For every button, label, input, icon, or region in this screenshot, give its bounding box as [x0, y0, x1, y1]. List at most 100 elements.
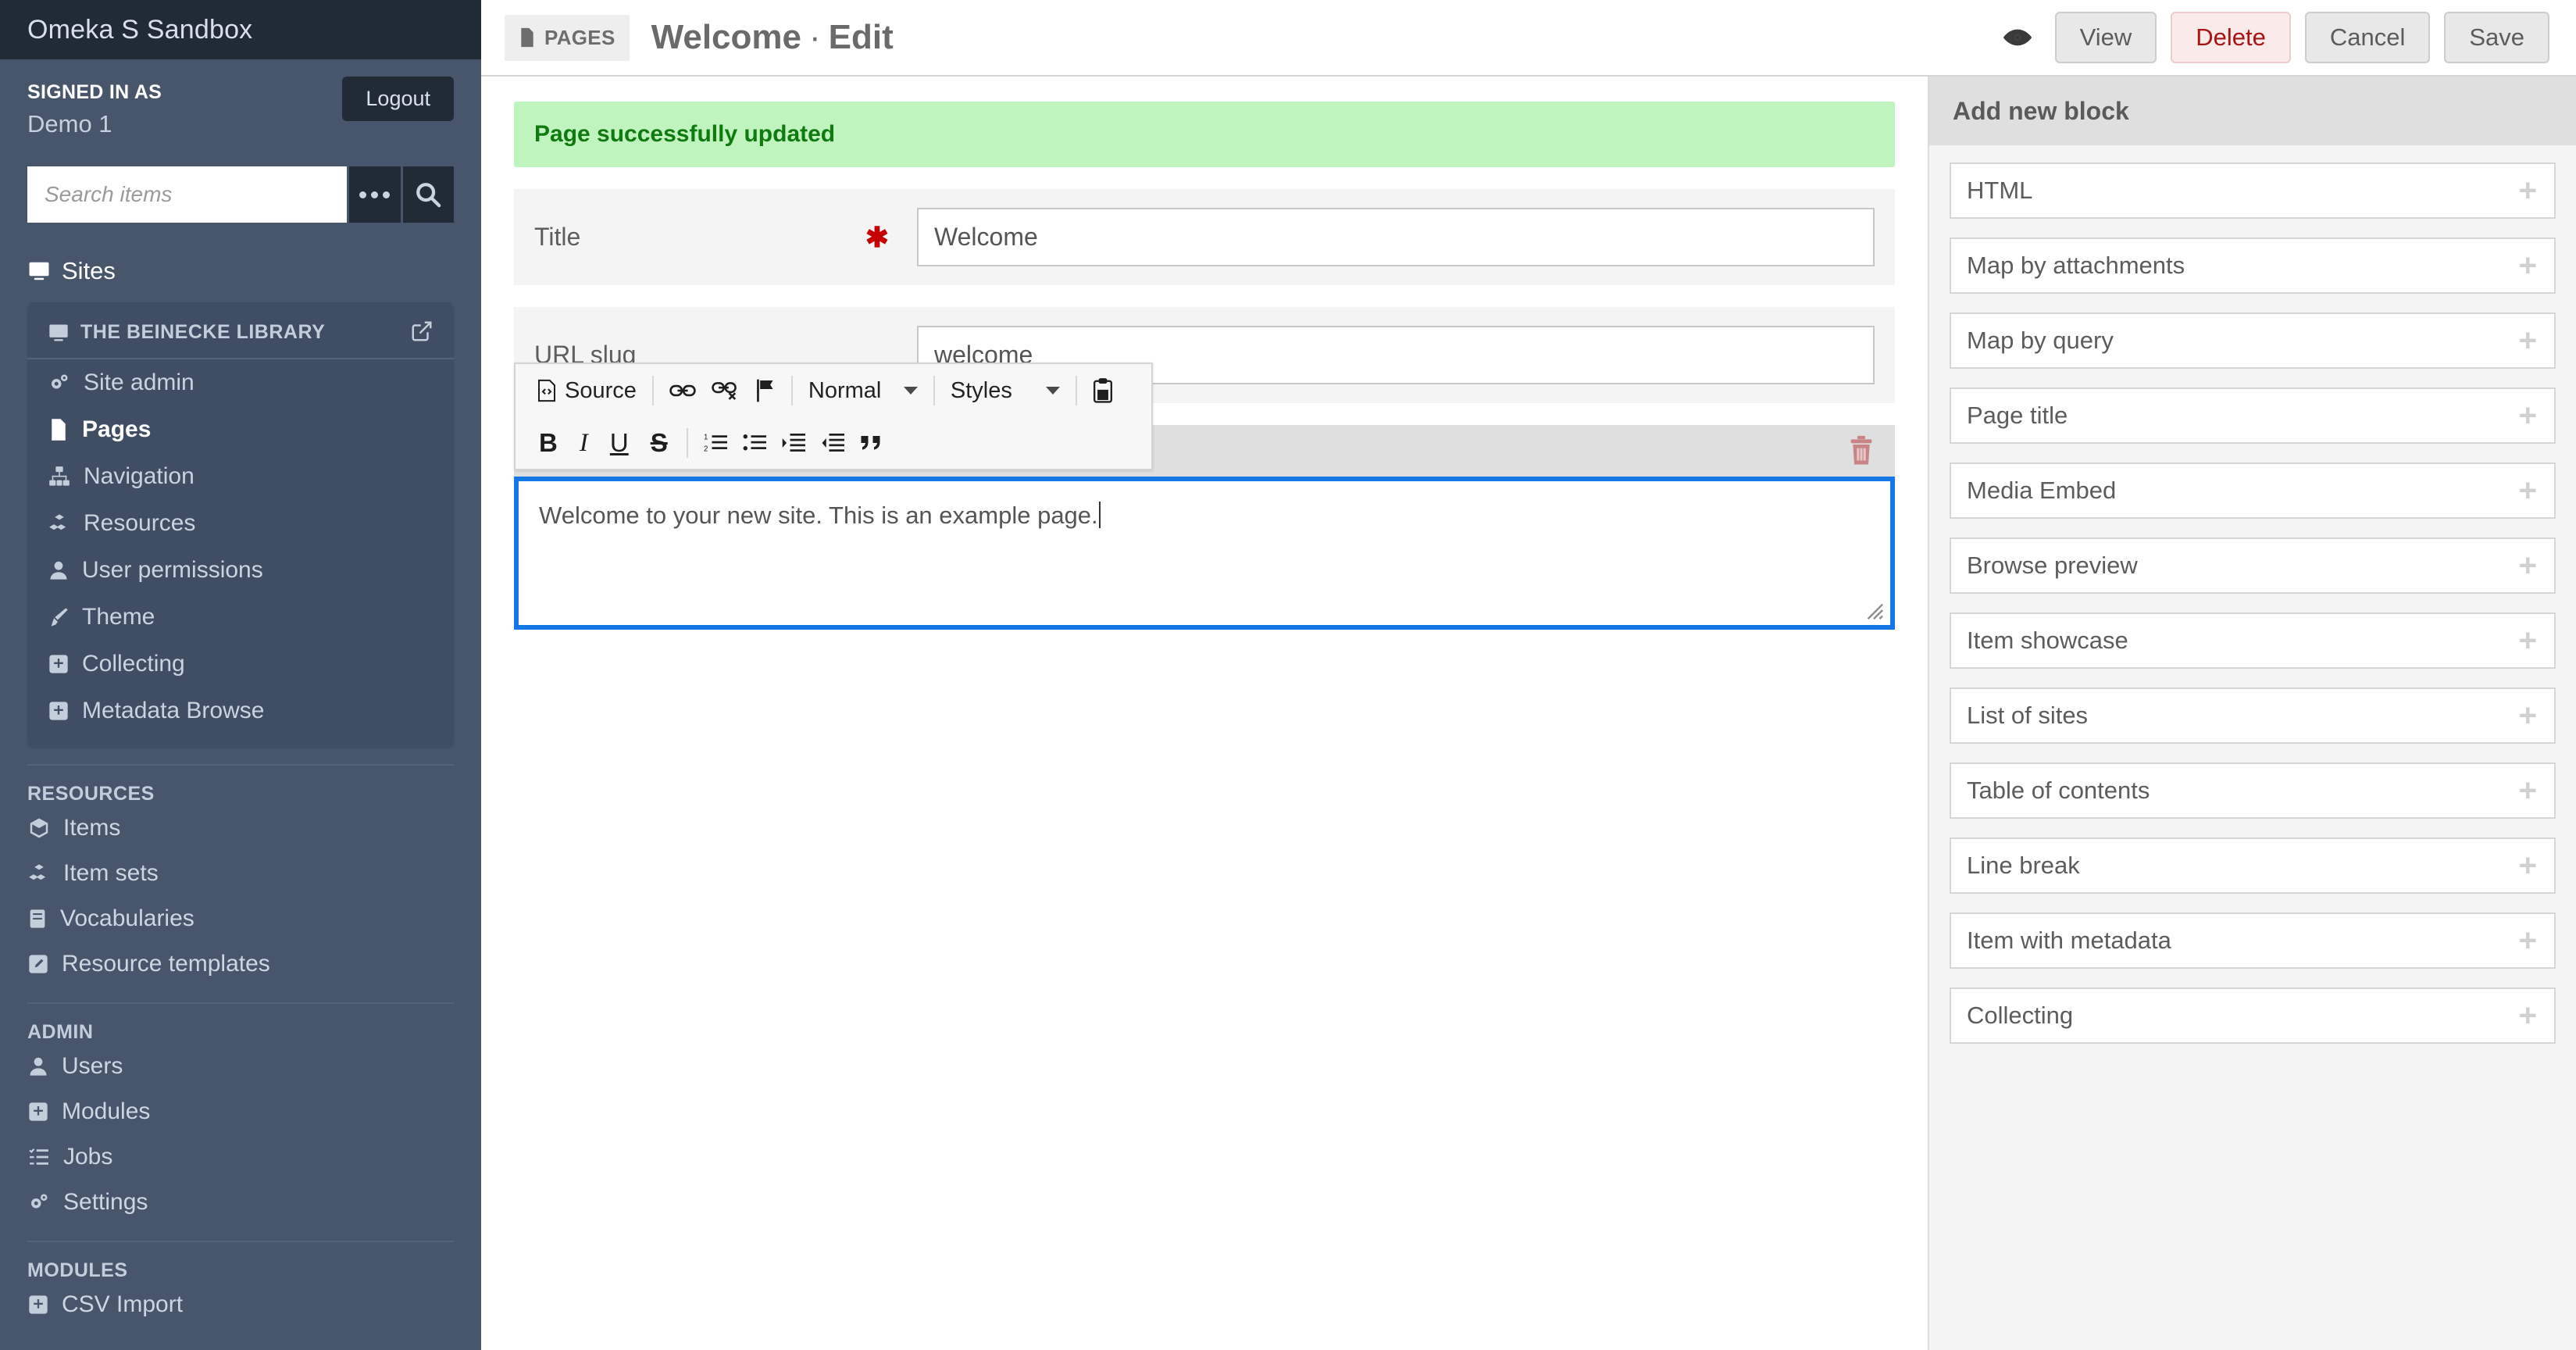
- sidebar-item-navigation[interactable]: Navigation: [27, 453, 454, 500]
- advanced-search-button[interactable]: [347, 166, 401, 223]
- source-button[interactable]: Source: [528, 373, 644, 409]
- sidebar-item-pages[interactable]: Pages: [27, 406, 454, 453]
- topbar: PAGES Welcome · Edit View Delete Cancel Sa…: [481, 0, 2576, 77]
- sidebar-item-csv-import[interactable]: CSV Import: [0, 1282, 481, 1327]
- topbar-actions: View Delete Cancel Save: [2003, 12, 2549, 63]
- view-button[interactable]: View: [2054, 12, 2157, 63]
- page-title-mode: Edit: [828, 18, 894, 56]
- italic-button[interactable]: I: [569, 426, 599, 461]
- search-input[interactable]: [27, 166, 347, 223]
- editor-toolbar: Source Normal Styles B I U S 1 2: [514, 362, 1153, 470]
- block-option-item-showcase[interactable]: Item showcase +: [1950, 612, 2556, 669]
- block-option-html[interactable]: HTML +: [1950, 162, 2556, 219]
- block-option-table-of-contents[interactable]: Table of contents +: [1950, 762, 2556, 819]
- sidebar-item-resource-templates[interactable]: Resource templates: [0, 941, 481, 987]
- block-option-collecting[interactable]: Collecting +: [1950, 988, 2556, 1044]
- brush-icon: [48, 606, 70, 628]
- block-option-item-with-metadata[interactable]: Item with metadata +: [1950, 912, 2556, 969]
- save-button[interactable]: Save: [2444, 12, 2549, 63]
- paste-from-word-button[interactable]: [1085, 373, 1121, 408]
- resize-handle[interactable]: [1864, 600, 1884, 620]
- paste-from-word-icon: [1093, 378, 1113, 403]
- sidebar-item-vocabularies[interactable]: Vocabularies: [0, 896, 481, 941]
- block-option-line-break[interactable]: Line break +: [1950, 838, 2556, 894]
- breadcrumb-label: PAGES: [544, 25, 615, 49]
- sidebar-item-collecting[interactable]: Collecting: [27, 641, 454, 688]
- block-option-media-embed[interactable]: Media Embed +: [1950, 462, 2556, 519]
- pencil-square-icon: [27, 953, 49, 975]
- logout-button[interactable]: Logout: [342, 77, 454, 121]
- link-button[interactable]: [662, 376, 704, 405]
- sidebar-item-site-admin[interactable]: Site admin: [27, 359, 454, 406]
- site-card-title: THE BEINECKE LIBRARY: [80, 321, 326, 343]
- book-icon: [27, 908, 48, 930]
- breadcrumb[interactable]: PAGES: [505, 14, 630, 61]
- block-option-map-by-attachments[interactable]: Map by attachments +: [1950, 238, 2556, 294]
- bold-button[interactable]: B: [528, 425, 569, 461]
- sidebar-item-label: Vocabularies: [60, 905, 194, 931]
- cubes-icon: [27, 862, 51, 884]
- sidebar-item-theme[interactable]: Theme: [27, 594, 454, 641]
- trash-icon[interactable]: [1848, 435, 1875, 466]
- bulleted-list-button[interactable]: [735, 427, 774, 459]
- add-new-block-panel: Add new block HTML + Map by attachments …: [1928, 77, 2576, 1350]
- unlink-button[interactable]: [704, 374, 747, 407]
- site-card-header[interactable]: THE BEINECKE LIBRARY: [27, 313, 454, 359]
- delete-button[interactable]: Delete: [2171, 12, 2291, 63]
- sidebar-item-item-sets[interactable]: Item sets: [0, 851, 481, 896]
- block-option-map-by-query[interactable]: Map by query +: [1950, 312, 2556, 369]
- block-option-label: List of sites: [1967, 702, 2089, 729]
- plus-icon: +: [2518, 473, 2537, 508]
- anchor-button[interactable]: [747, 374, 783, 407]
- unlink-icon: [712, 379, 740, 402]
- sidebar-item-label: Users: [62, 1053, 123, 1079]
- block-option-label: Browse preview: [1967, 552, 2138, 579]
- block-option-label: Item with metadata: [1967, 927, 2171, 954]
- underline-button[interactable]: U: [599, 425, 640, 461]
- styles-select[interactable]: Styles: [943, 373, 1068, 409]
- block-option-label: Media Embed: [1967, 477, 2117, 504]
- sidebar-item-jobs[interactable]: Jobs: [0, 1134, 481, 1180]
- block-option-label: Map by attachments: [1967, 252, 2185, 279]
- toolbar-separator: [790, 376, 793, 405]
- block-option-page-title[interactable]: Page title +: [1950, 388, 2556, 444]
- block-option-label: HTML: [1967, 177, 2033, 204]
- title-input[interactable]: [917, 208, 1875, 266]
- title-field-label: Title ✱: [534, 221, 917, 254]
- block-editor-body[interactable]: Welcome to your new site. This is an exa…: [514, 477, 1895, 630]
- sidebar-item-users[interactable]: Users: [0, 1044, 481, 1089]
- block-option-browse-preview[interactable]: Browse preview +: [1950, 538, 2556, 594]
- cancel-button[interactable]: Cancel: [2304, 12, 2431, 63]
- plus-icon: +: [2518, 848, 2537, 883]
- sidebar-item-settings[interactable]: Settings: [0, 1180, 481, 1225]
- chevron-down-icon: [1045, 387, 1060, 395]
- sidebar-item-resources[interactable]: Resources: [27, 500, 454, 547]
- search-submit-button[interactable]: [400, 166, 454, 223]
- sidebar-item-label: Modules: [62, 1098, 151, 1124]
- numbered-list-button[interactable]: 1 2: [696, 427, 735, 459]
- increase-indent-button[interactable]: [774, 427, 813, 459]
- sidebar-item-user-permissions[interactable]: User permissions: [27, 547, 454, 594]
- ellipsis-icon: [359, 191, 391, 198]
- sidebar-item-items[interactable]: Items: [0, 805, 481, 851]
- main-area: PAGES Welcome · Edit View Delete Cancel Sa…: [481, 0, 2576, 1350]
- blockquote-button[interactable]: [852, 428, 891, 458]
- source-label: Source: [565, 377, 637, 403]
- paragraph-format-select[interactable]: Normal: [801, 373, 926, 409]
- strikethrough-button[interactable]: S: [640, 425, 679, 461]
- sidebar-item-modules[interactable]: Modules: [0, 1089, 481, 1134]
- sidebar-item-metadata-browse[interactable]: Metadata Browse: [27, 688, 454, 734]
- toolbar-separator: [933, 376, 935, 405]
- source-icon: [536, 379, 558, 402]
- brand-title: Omeka S Sandbox: [27, 14, 253, 45]
- svg-text:1: 1: [704, 434, 708, 442]
- plus-icon: +: [2518, 773, 2537, 808]
- numbered-list-icon: 1 2: [704, 432, 727, 454]
- block-option-list-of-sites[interactable]: List of sites +: [1950, 688, 2556, 744]
- block-list: HTML + Map by attachments + Map by query…: [1929, 145, 2576, 1044]
- decrease-indent-button[interactable]: [813, 427, 852, 459]
- plus-icon: +: [2518, 398, 2537, 433]
- editor-toolbar-row-1: Source Normal Styles: [516, 364, 1151, 417]
- eye-icon[interactable]: [2003, 27, 2032, 48]
- external-link-icon[interactable]: [410, 320, 433, 343]
